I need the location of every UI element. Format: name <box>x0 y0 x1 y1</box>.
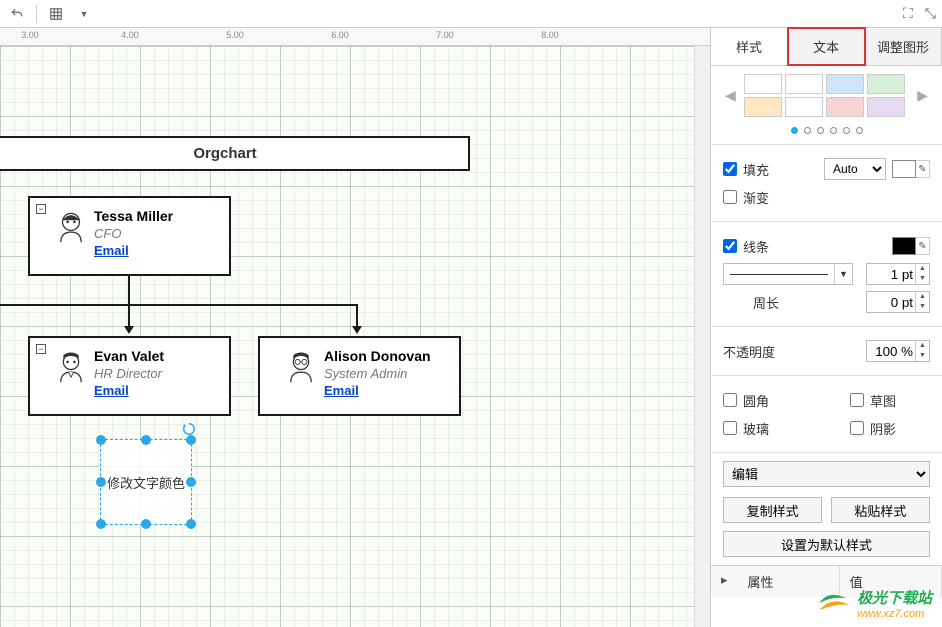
swatch[interactable] <box>744 74 782 94</box>
card-email-link[interactable]: Email <box>324 383 431 398</box>
org-card[interactable]: − Evan Valet HR Director Email <box>28 336 231 416</box>
avatar-icon <box>284 350 318 384</box>
orgchart-container[interactable]: Orgchart <box>0 136 470 171</box>
page-dot[interactable] <box>843 127 850 134</box>
set-default-style-button[interactable]: 设置为默认样式 <box>723 531 930 557</box>
undo-button[interactable] <box>6 3 28 25</box>
line-width-input[interactable]: ▲▼ <box>866 263 930 285</box>
swatch[interactable] <box>826 74 864 94</box>
fill-checkbox[interactable]: 填充 <box>723 160 769 179</box>
collapse-icon[interactable]: − <box>36 204 46 214</box>
opacity-label: 不透明度 <box>723 342 775 361</box>
org-card[interactable]: − Tessa Miller CFO Email <box>28 196 231 276</box>
page-dot[interactable] <box>817 127 824 134</box>
selected-shape[interactable]: 修改文字颜色 <box>100 439 192 525</box>
grid-dropdown[interactable]: ▼ <box>73 3 95 25</box>
swatch[interactable] <box>785 97 823 117</box>
line-checkbox[interactable]: 线条 <box>723 237 769 256</box>
shadow-checkbox[interactable]: 阴影 <box>850 419 930 438</box>
gradient-checkbox[interactable]: 渐变 <box>723 188 769 207</box>
collapse-icon[interactable]: − <box>36 344 46 354</box>
rotate-handle-icon[interactable] <box>182 422 196 436</box>
opacity-input[interactable]: ▲▼ <box>866 340 930 362</box>
swatch[interactable] <box>826 97 864 117</box>
card-email-link[interactable]: Email <box>94 383 164 398</box>
format-panel: 样式 文本 调整图形 ◀ ▶ <box>710 28 942 627</box>
canvas-area[interactable]: 3.00 4.00 5.00 6.00 7.00 8.00 Orgchart −… <box>0 28 710 627</box>
fullscreen-icon[interactable]: ⛶ <box>903 5 913 22</box>
sketch-checkbox[interactable]: 草图 <box>850 391 930 410</box>
card-role: CFO <box>94 226 173 241</box>
line-color-chip[interactable] <box>892 237 916 255</box>
swatch-prev-icon[interactable]: ◀ <box>721 87 740 104</box>
shape-text: 修改文字颜色 <box>107 473 185 492</box>
card-role: HR Director <box>94 366 164 381</box>
pencil-icon[interactable]: ✎ <box>916 160 930 178</box>
org-card[interactable]: Alison Donovan System Admin Email <box>258 336 461 416</box>
page-dot[interactable] <box>830 127 837 134</box>
pencil-icon[interactable]: ✎ <box>916 237 930 255</box>
perimeter-label: 周长 <box>753 293 779 312</box>
tab-style[interactable]: 样式 <box>711 28 788 65</box>
line-style-select[interactable]: ▼ <box>723 263 853 285</box>
chevron-right-icon[interactable]: ▸ <box>711 566 738 597</box>
tab-arrange[interactable]: 调整图形 <box>865 28 942 65</box>
avatar-icon <box>54 210 88 244</box>
page-dot[interactable] <box>791 127 798 134</box>
paste-style-button[interactable]: 粘贴样式 <box>831 497 930 523</box>
tab-text[interactable]: 文本 <box>788 28 865 65</box>
watermark: 极光下载站 www.xz7.com <box>815 585 932 621</box>
color-swatches <box>744 74 909 117</box>
swatch[interactable] <box>867 97 905 117</box>
chevron-down-icon[interactable]: ▼ <box>834 264 852 284</box>
grid-button[interactable] <box>45 3 67 25</box>
card-name: Alison Donovan <box>324 348 431 364</box>
card-role: System Admin <box>324 366 431 381</box>
top-toolbar: ▼ ⛶ ⤡ <box>0 0 942 28</box>
avatar-icon <box>54 350 88 384</box>
expand-icon[interactable]: ⤡ <box>925 5 936 22</box>
page-dot[interactable] <box>856 127 863 134</box>
glass-checkbox[interactable]: 玻璃 <box>723 419 769 438</box>
swatch-next-icon[interactable]: ▶ <box>913 87 932 104</box>
watermark-icon <box>815 585 851 621</box>
card-name: Evan Valet <box>94 348 164 364</box>
card-name: Tessa Miller <box>94 208 173 224</box>
page-dot[interactable] <box>804 127 811 134</box>
perimeter-input[interactable]: ▲▼ <box>866 291 930 313</box>
copy-style-button[interactable]: 复制样式 <box>723 497 822 523</box>
swatch[interactable] <box>785 74 823 94</box>
swatch[interactable] <box>867 74 905 94</box>
edit-style-select[interactable]: 编辑 <box>723 461 930 487</box>
swatch[interactable] <box>744 97 782 117</box>
card-email-link[interactable]: Email <box>94 243 173 258</box>
fill-color-chip[interactable] <box>892 160 916 178</box>
ruler-horizontal: 3.00 4.00 5.00 6.00 7.00 8.00 <box>0 28 710 46</box>
swatch-pager <box>711 125 942 144</box>
rounded-checkbox[interactable]: 圆角 <box>723 391 769 410</box>
fill-mode-select[interactable]: Auto <box>824 158 886 180</box>
